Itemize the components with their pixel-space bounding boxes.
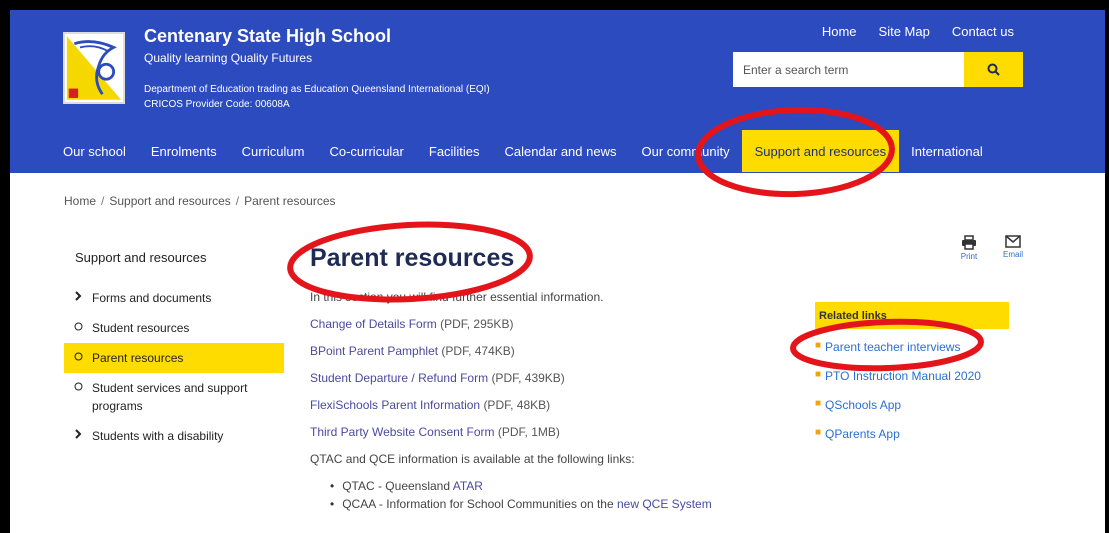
bullet-icon: ■ bbox=[815, 398, 822, 409]
circle-bullet-icon bbox=[74, 349, 92, 367]
top-link-contact-us[interactable]: Contact us bbox=[952, 24, 1014, 39]
bullet-icon: ■ bbox=[815, 369, 822, 380]
chevron-right-icon bbox=[74, 427, 92, 445]
nav-facilities[interactable]: Facilities bbox=[416, 130, 492, 172]
search-input[interactable] bbox=[733, 52, 964, 87]
print-button[interactable]: Print bbox=[957, 235, 981, 261]
page-title: Parent resources bbox=[310, 244, 515, 272]
student-departure-link[interactable]: Student Departure / Refund Form bbox=[310, 371, 488, 385]
nav-enrolments[interactable]: Enrolments bbox=[138, 130, 229, 172]
sidebar-item-parent-resources[interactable]: Parent resources bbox=[64, 343, 284, 373]
school-logo[interactable] bbox=[63, 32, 125, 104]
sidebar-item-label: Student services and support programs bbox=[92, 381, 248, 413]
utility-links: Home Site Map Contact us bbox=[822, 24, 1014, 39]
breadcrumb-support-and-resources[interactable]: Support and resources bbox=[109, 194, 230, 208]
file-meta: (PDF, 474KB) bbox=[441, 344, 515, 358]
bullet-icon: ■ bbox=[815, 340, 822, 351]
resource-link-row: FlexiSchools Parent Information (PDF, 48… bbox=[310, 398, 780, 412]
site-header: Centenary State High School Quality lear… bbox=[10, 10, 1105, 173]
printer-icon bbox=[962, 235, 976, 250]
new-qce-system-link[interactable]: new QCE System bbox=[617, 497, 712, 511]
change-of-details-link[interactable]: Change of Details Form bbox=[310, 317, 437, 331]
third-party-consent-link[interactable]: Third Party Website Consent Form bbox=[310, 425, 495, 439]
qtac-text: QTAC and QCE information is available at… bbox=[310, 452, 635, 466]
envelope-icon bbox=[1005, 235, 1021, 248]
related-link-qschools-app[interactable]: ■ QSchools App bbox=[815, 398, 981, 427]
related-link-qparents-app[interactable]: ■ QParents App bbox=[815, 427, 981, 456]
intro-text: In this section you will find further es… bbox=[310, 290, 604, 304]
resource-link-row: Third Party Website Consent Form (PDF, 1… bbox=[310, 425, 780, 439]
search-button[interactable] bbox=[964, 52, 1023, 87]
breadcrumb-separator: / bbox=[235, 194, 240, 208]
related-link-pto-manual[interactable]: ■ PTO Instruction Manual 2020 bbox=[815, 369, 981, 398]
school-tagline: Quality learning Quality Futures bbox=[144, 51, 313, 65]
page-tools: Print Email bbox=[957, 235, 1025, 261]
related-links-heading: Related links bbox=[815, 302, 1009, 329]
sidebar-item-label: Parent resources bbox=[92, 351, 184, 365]
email-label: Email bbox=[1002, 250, 1023, 259]
school-name[interactable]: Centenary State High School bbox=[144, 26, 391, 47]
breadcrumb-home[interactable]: Home bbox=[64, 194, 96, 208]
search-form bbox=[733, 52, 1023, 87]
school-crest-icon bbox=[66, 36, 122, 100]
qtac-list: QTAC - Queensland ATAR QCAA - Informatio… bbox=[310, 479, 780, 511]
nav-calendar-and-news[interactable]: Calendar and news bbox=[492, 130, 629, 172]
breadcrumb: Home / Support and resources / Parent resour… bbox=[64, 194, 336, 208]
nav-our-school[interactable]: Our school bbox=[20, 130, 138, 172]
sidebar-item-forms-and-documents[interactable]: Forms and documents bbox=[64, 283, 284, 313]
file-meta: (PDF, 1MB) bbox=[497, 425, 560, 439]
sidebar-item-label: Forms and documents bbox=[92, 291, 212, 305]
resource-link-row: BPoint Parent Pamphlet (PDF, 474KB) bbox=[310, 344, 780, 358]
breadcrumb-current: Parent resources bbox=[244, 194, 336, 208]
sidebar-item-students-with-a-disability[interactable]: Students with a disability bbox=[64, 421, 284, 451]
screenshot-frame-left bbox=[0, 0, 10, 533]
sidebar-item-label: Student resources bbox=[92, 321, 190, 335]
nav-curriculum[interactable]: Curriculum bbox=[229, 130, 317, 172]
bullet-icon: ■ bbox=[815, 427, 822, 438]
main-content: In this section you will find further es… bbox=[310, 290, 780, 515]
email-button[interactable]: Email bbox=[1001, 235, 1025, 261]
department-text: Department of Education trading as Educa… bbox=[144, 84, 490, 95]
resource-link-row: Student Departure / Refund Form (PDF, 43… bbox=[310, 371, 780, 385]
file-meta: (PDF, 295KB) bbox=[440, 317, 514, 331]
sidebar-item-label: Students with a disability bbox=[92, 429, 224, 443]
nav-support-and-resources[interactable]: Support and resources bbox=[742, 130, 899, 172]
flexischools-link[interactable]: FlexiSchools Parent Information bbox=[310, 398, 480, 412]
list-item: QTAC - Queensland ATAR bbox=[330, 479, 780, 493]
nav-co-curricular[interactable]: Co-curricular bbox=[317, 130, 416, 172]
related-link-parent-teacher-interviews[interactable]: ■ Parent teacher interviews bbox=[815, 340, 981, 369]
circle-bullet-icon bbox=[74, 379, 92, 397]
resource-link-row: Change of Details Form (PDF, 295KB) bbox=[310, 317, 780, 331]
screenshot-frame-right bbox=[1105, 0, 1109, 533]
sidebar-title[interactable]: Support and resources bbox=[64, 250, 284, 265]
print-label: Print bbox=[960, 252, 978, 261]
atar-link[interactable]: ATAR bbox=[453, 479, 483, 493]
search-icon bbox=[987, 63, 1000, 76]
main-navigation: Our school Enrolments Curriculum Co-curr… bbox=[20, 130, 995, 172]
list-item: QCAA - Information for School Communitie… bbox=[330, 497, 780, 511]
screenshot-frame-top bbox=[0, 0, 1109, 10]
sidebar-item-student-resources[interactable]: Student resources bbox=[64, 313, 284, 343]
top-link-site-map[interactable]: Site Map bbox=[879, 24, 930, 39]
file-meta: (PDF, 48KB) bbox=[483, 398, 551, 412]
top-link-home[interactable]: Home bbox=[822, 24, 857, 39]
chevron-right-icon bbox=[74, 289, 92, 307]
file-meta: (PDF, 439KB) bbox=[491, 371, 565, 385]
cricos-code: CRICOS Provider Code: 00608A bbox=[144, 99, 290, 110]
sidebar-item-student-services[interactable]: Student services and support programs bbox=[64, 373, 284, 421]
nav-our-community[interactable]: Our community bbox=[629, 130, 742, 172]
related-links-list: ■ Parent teacher interviews ■ PTO Instruct… bbox=[815, 340, 981, 456]
circle-bullet-icon bbox=[74, 319, 92, 337]
section-sidebar: Support and resources Forms and document… bbox=[64, 250, 284, 451]
nav-international[interactable]: International bbox=[899, 130, 996, 172]
breadcrumb-separator: / bbox=[101, 194, 105, 208]
bpoint-pamphlet-link[interactable]: BPoint Parent Pamphlet bbox=[310, 344, 438, 358]
